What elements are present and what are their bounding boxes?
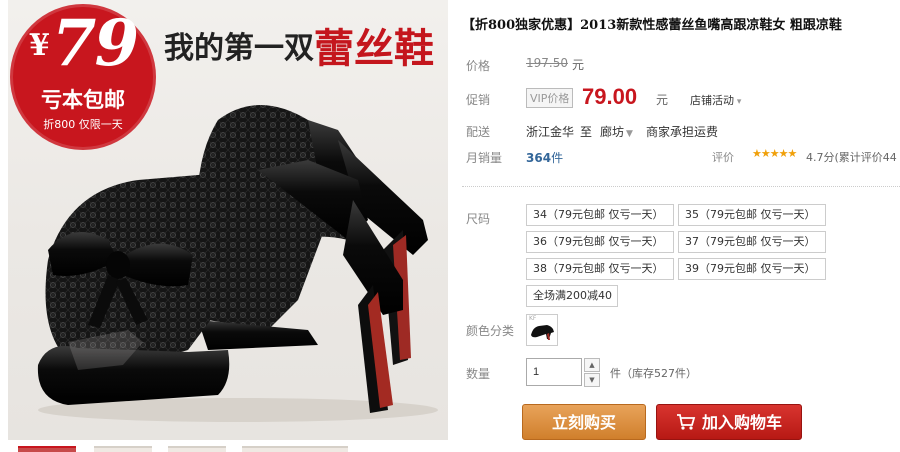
- size-option-34[interactable]: 34（79元包邮 仅亏一天）: [526, 204, 674, 226]
- rating-score-link[interactable]: 4.7分(累计评价44: [806, 149, 897, 165]
- sale-price-unit: 元: [656, 93, 669, 107]
- sale-price: 79.00: [582, 84, 638, 109]
- thumbnail-3[interactable]: [168, 446, 226, 452]
- color-label: 颜色分类: [466, 324, 515, 338]
- add-to-cart-button[interactable]: 加入购物车: [656, 404, 802, 440]
- shoe-image: [37, 105, 438, 422]
- quantity-increment-button[interactable]: ▲: [584, 358, 600, 372]
- size-option-38[interactable]: 38（79元包邮 仅亏一天）: [526, 258, 674, 280]
- price-label: 价格: [466, 59, 491, 73]
- product-main-image: ¥79 亏本包邮 折800 仅限一天 我的第一双蕾丝鞋: [8, 0, 448, 440]
- swatch-tag: KF: [529, 315, 537, 322]
- badge-price-number: 79: [51, 6, 139, 81]
- quantity-decrement-button[interactable]: ▼: [584, 373, 600, 387]
- hero-slogan-red: 蕾丝鞋: [314, 25, 434, 72]
- rating-label: 评价: [712, 151, 734, 164]
- ship-from: 浙江金华: [526, 125, 575, 139]
- size-option-39[interactable]: 39（79元包邮 仅亏一天）: [678, 258, 826, 280]
- ship-to-city-dropdown[interactable]: 廊坊 ▼: [600, 123, 633, 140]
- promo-option-discount[interactable]: 全场满200减40: [526, 285, 618, 307]
- chevron-down-icon: ▾: [734, 97, 742, 107]
- add-to-cart-label: 加入购物车: [701, 413, 782, 432]
- promo-label: 促销: [466, 93, 491, 107]
- store-event-dropdown[interactable]: 店铺活动 ▾: [690, 92, 741, 108]
- chevron-down-icon: ▼: [626, 129, 633, 139]
- buy-now-button[interactable]: 立刻购买: [522, 404, 646, 440]
- divider: [462, 186, 900, 187]
- thumbnail-5[interactable]: [290, 446, 348, 452]
- original-price-unit: 元: [572, 58, 585, 72]
- size-option-37[interactable]: 37（79元包邮 仅亏一天）: [678, 231, 826, 253]
- ship-to-word: 至: [580, 125, 593, 139]
- quantity-label: 数量: [466, 367, 491, 381]
- shopping-cart-icon: [676, 414, 696, 430]
- monthly-sales-label: 月销量: [466, 151, 503, 165]
- vip-price-badge: VIP价格: [526, 88, 574, 108]
- monthly-sales: 364件: [526, 149, 563, 166]
- hero-slogan-black: 我的第一双: [164, 31, 314, 66]
- color-swatch-black[interactable]: KF: [526, 314, 558, 346]
- star-icon: ★★★★★: [752, 147, 797, 160]
- quantity-input[interactable]: [526, 358, 582, 386]
- ship-to-city: 廊坊: [600, 125, 625, 139]
- monthly-sales-unit: 件: [551, 151, 564, 165]
- store-event-label: 店铺活动: [690, 94, 734, 107]
- delivery-label: 配送: [466, 125, 491, 139]
- shipping-fee-note: 商家承担运费: [646, 125, 719, 139]
- size-option-35[interactable]: 35（79元包邮 仅亏一天）: [678, 204, 826, 226]
- front-shoe: [37, 160, 403, 413]
- size-option-36[interactable]: 36（79元包邮 仅亏一天）: [526, 231, 674, 253]
- original-price: 197.50: [526, 56, 568, 70]
- stock-info: 件（库存527件）: [610, 367, 697, 380]
- hero-slogan: 我的第一双蕾丝鞋: [164, 16, 434, 76]
- thumbnail-2[interactable]: [94, 446, 152, 452]
- thumbnail-1[interactable]: [18, 446, 76, 452]
- product-title: 【折800独家优惠】2013新款性感蕾丝鱼嘴高跟凉鞋女 粗跟凉鞋: [462, 18, 842, 33]
- thumbnail-strip: [8, 446, 448, 452]
- monthly-sales-count: 364: [526, 151, 552, 165]
- badge-currency: ¥: [29, 28, 50, 63]
- size-label: 尺码: [466, 212, 491, 226]
